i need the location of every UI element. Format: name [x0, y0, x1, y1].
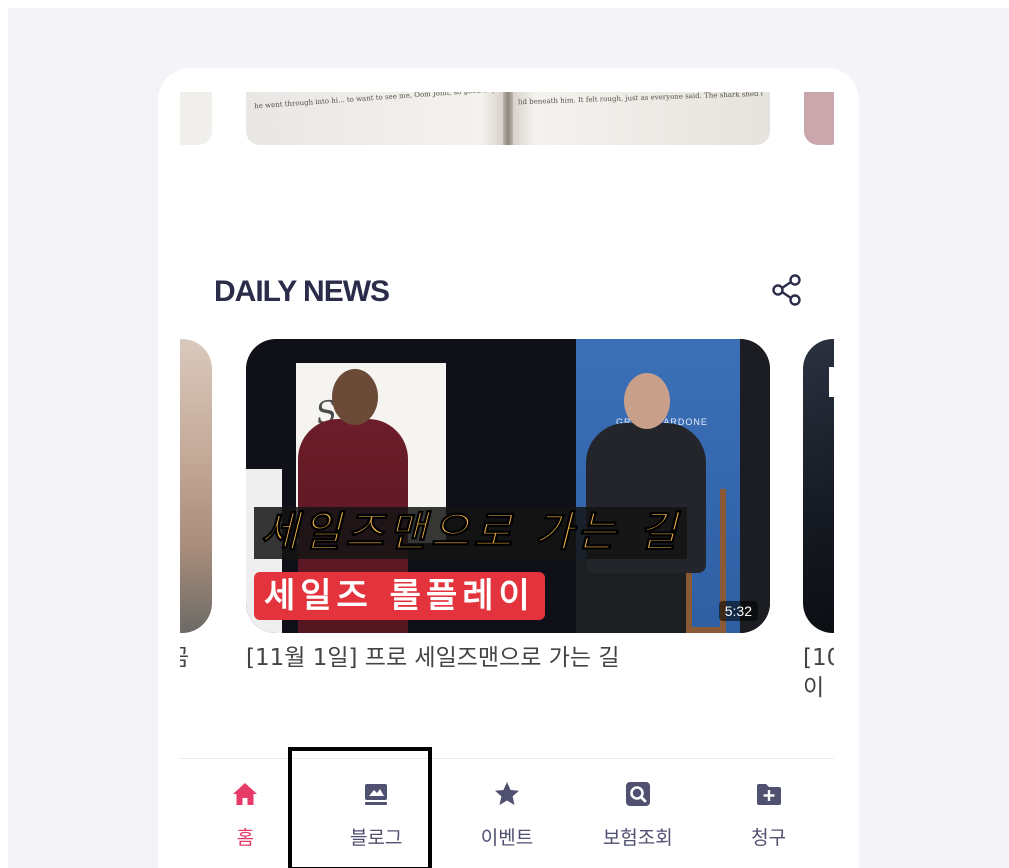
video-title[interactable]: [11월 1일] 프로 세일즈맨으로 가는 길: [246, 643, 619, 673]
video-card[interactable]: GRANT CARDONE SS Sya 세일즈맨으로 가는 길 세일즈 롤플레…: [246, 339, 770, 633]
book-page-left: he went through into hi... to want to se…: [254, 92, 494, 111]
nav-item-event[interactable]: 이벤트: [442, 759, 573, 868]
video-duration: 5:32: [718, 601, 758, 621]
bottom-nav: 홈 블로그 이벤트 보험조회 청구: [180, 759, 834, 868]
nav-item-claim[interactable]: 청구: [703, 759, 834, 868]
nav-label-insurance-search: 보험조회: [602, 827, 673, 849]
thumbnail-mark: [829, 367, 834, 397]
star-icon: [494, 782, 519, 805]
stage-side: [740, 339, 770, 633]
video-card-next[interactable]: [803, 339, 834, 633]
video-title-prev[interactable]: 곰: [180, 643, 189, 673]
book-page-right: lid beneath him. It felt rough, just as …: [518, 92, 763, 107]
video-caption-top: 세일즈맨으로 가는 길: [254, 507, 688, 559]
app-screen: he went through into hi... to want to se…: [158, 68, 859, 868]
book-spine: [502, 92, 514, 145]
banner-next-slide[interactable]: [804, 92, 834, 145]
home-icon: [233, 783, 258, 805]
share-icon[interactable]: [770, 273, 804, 307]
presenter-left-head: [332, 369, 378, 425]
search-icon: [625, 782, 650, 806]
banner-prev-slide[interactable]: [180, 92, 212, 145]
nav-label-event: 이벤트: [480, 827, 534, 849]
video-card-prev[interactable]: [180, 339, 212, 633]
highlight-box: [288, 747, 432, 868]
nav-label-claim: 청구: [751, 827, 787, 849]
banner-slide[interactable]: he went through into hi... to want to se…: [246, 92, 770, 145]
folder-plus-icon: [756, 784, 781, 805]
presenter-right-head: [624, 373, 670, 429]
video-caption-bottom: 세일즈 롤플레이: [254, 572, 545, 620]
video-title-next[interactable]: [10 이: [803, 643, 834, 703]
section-title: DAILY NEWS: [214, 275, 390, 308]
nav-item-insurance-search[interactable]: 보험조회: [572, 759, 703, 868]
content-area: he went through into hi... to want to se…: [180, 68, 834, 868]
